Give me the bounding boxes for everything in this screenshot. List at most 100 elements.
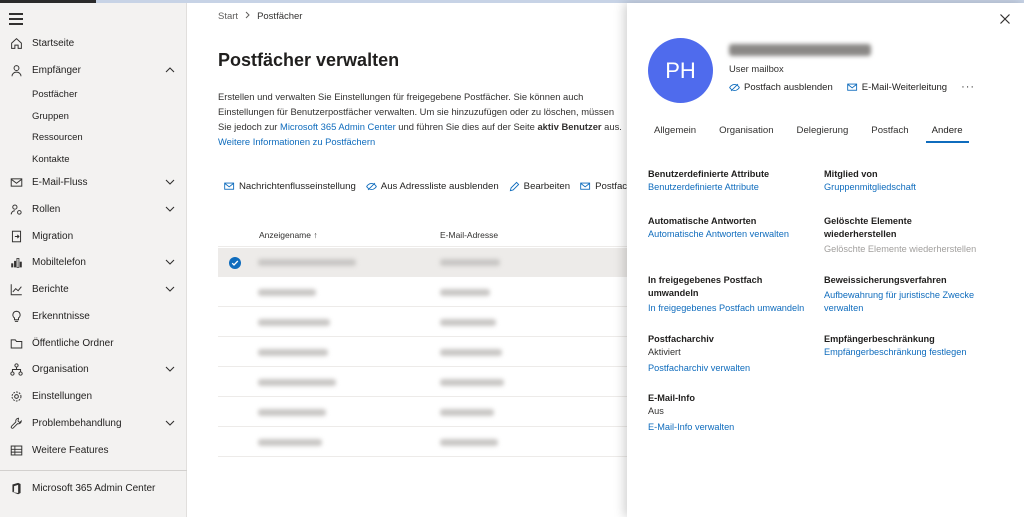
- sidebar-item-mobiltelefon[interactable]: Mobiltelefon: [0, 249, 187, 275]
- tab-delegierung[interactable]: Delegierung: [791, 122, 855, 143]
- column-header-display-name[interactable]: Anzeigename ↑: [259, 230, 318, 240]
- section-recipient-limit: Empfängerbeschränkung Empfängerbeschränk…: [824, 333, 994, 359]
- pencil-icon: [509, 181, 519, 192]
- group-membership-link[interactable]: Gruppenmitgliedschaft: [824, 181, 994, 194]
- sidebar-item-problembehandlung[interactable]: Problembehandlung: [0, 410, 187, 436]
- sort-ascending-icon: ↑: [313, 229, 318, 240]
- sidebar-item-weitere-features[interactable]: Weitere Features: [0, 437, 187, 463]
- convert-shared-link[interactable]: In freigegebenes Postfach umwandeln: [648, 302, 813, 315]
- chart-line-icon: [9, 282, 23, 296]
- mailtip-link[interactable]: E-Mail-Info verwalten: [648, 421, 808, 434]
- column-header-email[interactable]: E-Mail-Adresse: [440, 230, 498, 240]
- edit-button[interactable]: Bearbeiten: [509, 181, 570, 192]
- chevron-down-icon[interactable]: [165, 204, 175, 214]
- admin-center-link[interactable]: Microsoft 365 Admin Center: [280, 121, 396, 132]
- sidebar-item-migration[interactable]: Migration: [0, 223, 187, 249]
- tab-allgemein[interactable]: Allgemein: [648, 122, 702, 143]
- redacted-name: [258, 439, 322, 446]
- litigation-hold-link[interactable]: Aufbewahrung für juristische Zwecke verw…: [824, 289, 989, 315]
- breadcrumb: Start Postfächer: [218, 11, 302, 22]
- sidebar-item-label: Berichte: [32, 283, 69, 295]
- sidebar-item-admin-center[interactable]: Microsoft 365 Admin Center: [0, 475, 187, 501]
- sidebar-item-startseite[interactable]: Startseite: [0, 30, 187, 56]
- chevron-down-icon[interactable]: [165, 284, 175, 294]
- section-litigation-hold: Beweissicherungsverfahren Aufbewahrung f…: [824, 274, 989, 315]
- sidebar-item-organisation[interactable]: Organisation: [0, 356, 187, 382]
- tab-organisation[interactable]: Organisation: [713, 122, 779, 143]
- section-heading: Postfacharchiv: [648, 334, 714, 344]
- checkmark-icon[interactable]: [229, 257, 241, 269]
- auto-replies-link[interactable]: Automatische Antworten verwalten: [648, 228, 808, 241]
- mail-icon: [9, 175, 23, 189]
- user-type: User mailbox: [729, 63, 784, 74]
- section-auto-replies: Automatische Antworten Automatische Antw…: [648, 215, 808, 241]
- page-title: Postfächer verwalten: [218, 50, 400, 70]
- sidebar-item-label: Rollen: [32, 203, 61, 215]
- message-flow-button[interactable]: Nachrichtenflusseinstellung: [224, 181, 356, 192]
- section-archive: Postfacharchiv Aktiviert Postfacharchiv …: [648, 333, 808, 375]
- sidebar-item-label: Öffentliche Ordner: [32, 337, 114, 349]
- sidebar-item-einstellungen[interactable]: Einstellungen: [0, 383, 187, 409]
- hamburger-menu-icon[interactable]: [9, 13, 23, 25]
- sidebar-subitem-gruppen[interactable]: Gruppen: [32, 111, 69, 122]
- eye-hide-icon: [365, 182, 377, 191]
- mail-icon: [846, 83, 857, 91]
- tab-postfach[interactable]: Postfach: [865, 122, 914, 143]
- table-row[interactable]: [218, 308, 628, 337]
- email-forwarding-button[interactable]: E-Mail-Weiterleitung: [846, 81, 948, 93]
- close-icon[interactable]: [999, 13, 1011, 25]
- custom-attributes-link[interactable]: Benutzerdefinierte Attribute: [648, 181, 808, 194]
- sidebar-item-empfaenger[interactable]: Empfänger: [0, 57, 187, 83]
- mail-icon: [580, 182, 591, 190]
- breadcrumb-root[interactable]: Start: [218, 11, 238, 22]
- button-label: Nachrichtenflusseinstellung: [239, 181, 356, 192]
- home-icon: [9, 36, 23, 50]
- sidebar-item-label: Microsoft 365 Admin Center: [32, 482, 156, 494]
- chevron-down-icon[interactable]: [165, 418, 175, 428]
- sidebar-subitem-postfaecher[interactable]: Postfächer: [32, 89, 77, 100]
- migration-icon: [9, 229, 23, 243]
- redacted-name: [258, 289, 316, 296]
- panel-tabs: Allgemein Organisation Delegierung Postf…: [648, 122, 980, 143]
- sidebar: Startseite Empfänger Postfächer Gruppen …: [0, 3, 187, 517]
- action-label: E-Mail-Weiterleitung: [861, 81, 948, 93]
- organization-icon: [9, 362, 23, 376]
- tab-andere[interactable]: Andere: [925, 122, 969, 143]
- restore-deleted-link: Gelöschte Elemente wiederherstellen: [824, 244, 977, 254]
- more-info-link[interactable]: Weitere Informationen zu Postfächern: [218, 136, 375, 147]
- redacted-email: [440, 379, 504, 386]
- sidebar-item-email-fluss[interactable]: E-Mail-Fluss: [0, 169, 187, 195]
- sidebar-divider: [0, 470, 187, 471]
- table-row[interactable]: [218, 368, 628, 397]
- table-row[interactable]: [218, 428, 628, 457]
- hide-mailbox-button[interactable]: Postfach ausblenden: [729, 82, 833, 93]
- lightbulb-icon: [9, 309, 23, 323]
- panel-actions: Postfach ausblenden E-Mail-Weiterleitung…: [729, 81, 975, 93]
- sidebar-subitem-kontakte[interactable]: Kontakte: [32, 154, 70, 165]
- button-label: Bearbeiten: [523, 181, 571, 192]
- chevron-down-icon[interactable]: [165, 364, 175, 374]
- hide-from-address-list-button[interactable]: Aus Adressliste ausblenden: [365, 181, 499, 192]
- more-options-icon[interactable]: ···: [961, 81, 975, 93]
- table-row[interactable]: [218, 248, 628, 277]
- sidebar-item-erkenntnisse[interactable]: Erkenntnisse: [0, 303, 187, 329]
- sidebar-item-rollen[interactable]: Rollen: [0, 196, 187, 222]
- table-row[interactable]: [218, 338, 628, 367]
- chevron-down-icon[interactable]: [165, 177, 175, 187]
- page-description: Erstellen und verwalten Sie Einstellunge…: [218, 89, 628, 149]
- section-heading: In freigegebenes Postfach umwandeln: [648, 275, 763, 298]
- recipient-limit-link[interactable]: Empfängerbeschränkung festlegen: [824, 346, 994, 359]
- sidebar-item-oeffentliche-ordner[interactable]: Öffentliche Ordner: [0, 330, 187, 356]
- table-row[interactable]: [218, 278, 628, 307]
- table-row[interactable]: [218, 398, 628, 427]
- redacted-email: [440, 259, 500, 266]
- section-mailtip: E-Mail-Info Aus E-Mail-Info verwalten: [648, 392, 808, 434]
- eye-hide-icon: [729, 83, 740, 91]
- description-bold: aktiv Benutzer: [537, 121, 602, 132]
- chevron-up-icon[interactable]: [165, 65, 175, 75]
- sidebar-subitem-ressourcen[interactable]: Ressourcen: [32, 132, 83, 143]
- section-heading: Mitglied von: [824, 169, 878, 179]
- archive-link[interactable]: Postfacharchiv verwalten: [648, 362, 808, 375]
- sidebar-item-berichte[interactable]: Berichte: [0, 276, 187, 302]
- chevron-down-icon[interactable]: [165, 257, 175, 267]
